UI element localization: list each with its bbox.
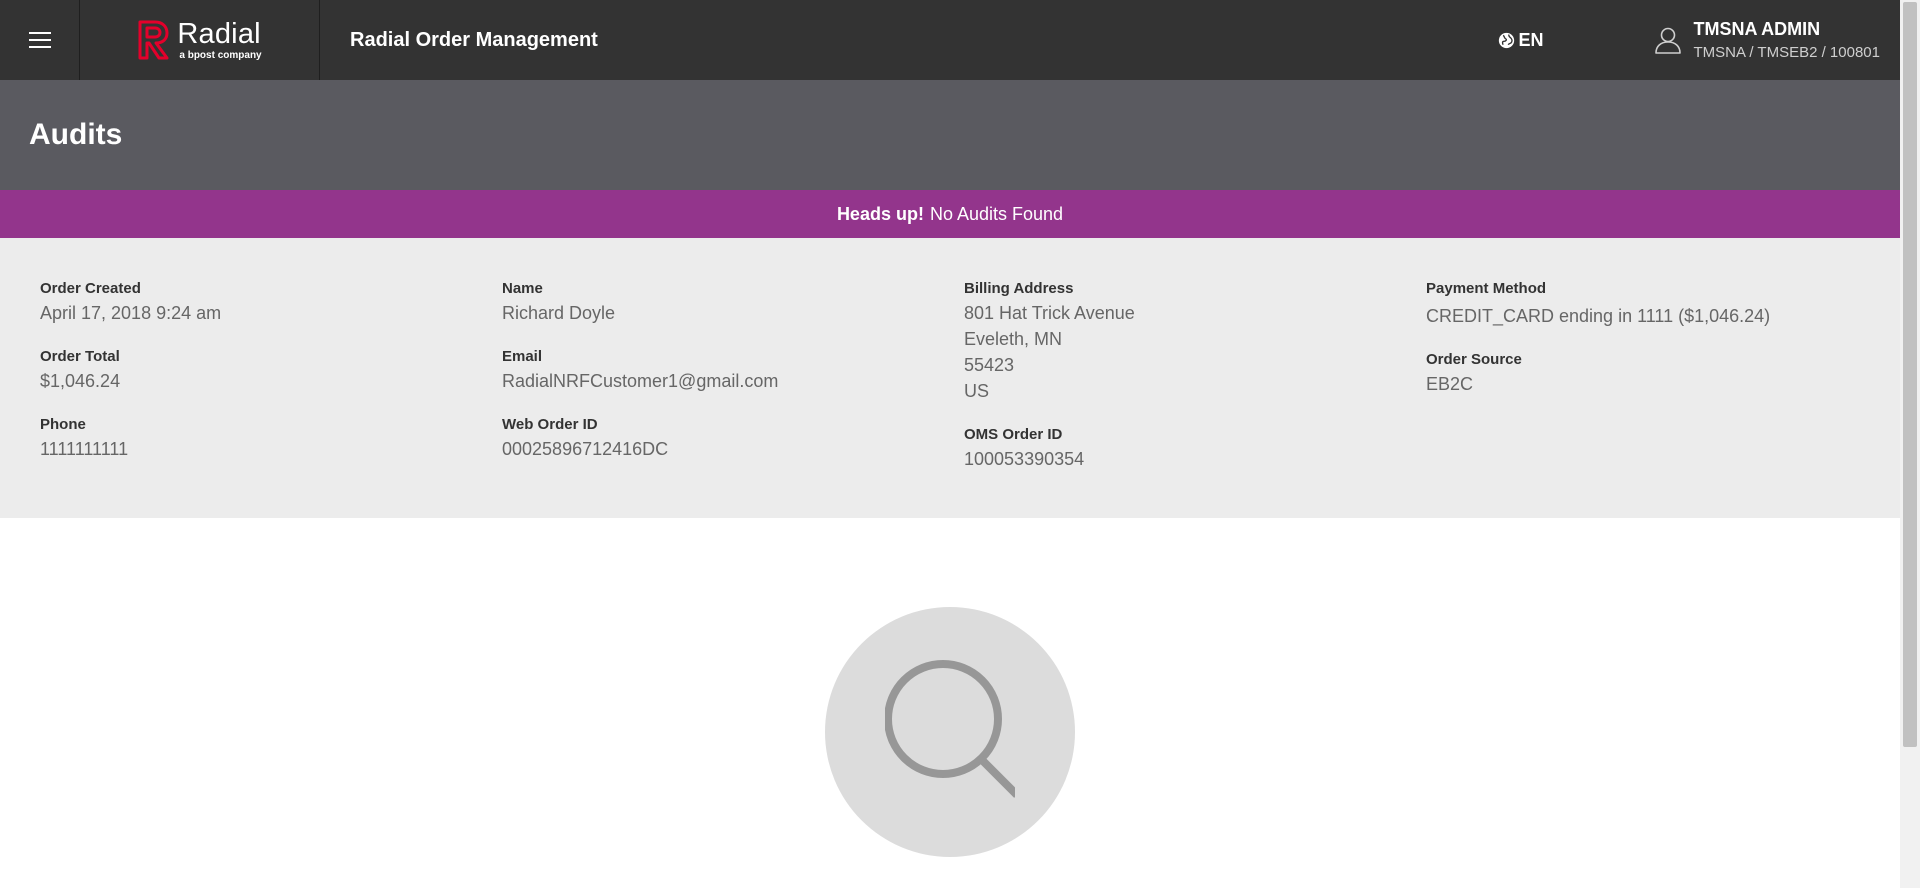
name-field: Name Richard Doyle [502, 280, 964, 326]
alert-heading: Heads up! [836, 203, 924, 224]
globe-icon [1498, 32, 1514, 48]
billing-address-line: 801 Hat Trick Avenue [964, 303, 1135, 323]
brand-tagline: a bpost company [179, 49, 262, 61]
app-title: Radial Order Management [350, 28, 598, 51]
menu-button[interactable] [0, 0, 80, 80]
order-details-panel: Order Created April 17, 2018 9:24 am Ord… [0, 238, 1900, 518]
radial-logo[interactable]: Radial a bpost company [80, 0, 320, 80]
language-code: EN [1518, 29, 1544, 50]
details-column-2: Name Richard Doyle Email RadialNRFCustom… [502, 280, 964, 518]
web-order-id-label: Web Order ID [502, 416, 598, 433]
email-value: RadialNRFCustomer1@gmail.com [502, 371, 779, 391]
email-label: Email [502, 348, 543, 365]
phone-value: 1111111111 [40, 439, 129, 459]
order-created-label: Order Created [40, 280, 141, 297]
details-column-4: Payment Method CREDIT_CARD ending in 111… [1426, 280, 1888, 518]
user-name: TMSNA ADMIN [1693, 19, 1821, 39]
scrollbar-thumb[interactable] [1903, 2, 1917, 747]
user-icon [1654, 27, 1681, 54]
hamburger-menu-icon [28, 32, 51, 48]
billing-address-field: Billing Address 801 Hat Trick Avenue Eve… [964, 280, 1426, 404]
billing-address-line: US [964, 381, 990, 401]
order-source-value: EB2C [1426, 374, 1474, 394]
billing-address-line: 55423 [964, 355, 1015, 375]
order-total-field: Order Total $1,046.24 [40, 348, 502, 394]
details-column-3: Billing Address 801 Hat Trick Avenue Eve… [964, 280, 1426, 518]
billing-address-label: Billing Address [964, 280, 1074, 297]
web-order-id-field: Web Order ID 00025896712416DC [502, 416, 964, 462]
name-label: Name [502, 280, 543, 297]
oms-order-id-label: OMS Order ID [964, 426, 1063, 443]
payment-method-field: Payment Method CREDIT_CARD ending in 111… [1426, 280, 1888, 329]
order-total-value: $1,046.24 [40, 371, 121, 391]
user-organization: TMSNA / TMSEB2 / 100801 [1693, 44, 1880, 61]
page-header: Audits [0, 80, 1900, 190]
order-total-label: Order Total [40, 348, 120, 365]
radial-logo-mark-icon [138, 20, 169, 60]
oms-order-id-value: 100053390354 [964, 449, 1085, 469]
phone-field: Phone 1111111111 [40, 416, 502, 462]
top-navigation-bar: Radial a bpost company Radial Order Mana… [0, 0, 1900, 80]
alert-message: No Audits Found [929, 203, 1064, 224]
order-created-field: Order Created April 17, 2018 9:24 am [40, 280, 502, 326]
page-title: Audits [29, 118, 123, 151]
phone-label: Phone [40, 416, 86, 433]
details-column-1: Order Created April 17, 2018 9:24 am Ord… [40, 280, 502, 518]
search-icon [885, 660, 1015, 798]
vertical-scrollbar[interactable] [1900, 0, 1920, 888]
payment-method-label: Payment Method [1426, 280, 1547, 297]
brand-name: Radial [177, 17, 261, 50]
payment-method-value: CREDIT_CARD ending in 1111 ($1,046.24) [1426, 306, 1771, 326]
billing-address-line: Eveleth, MN [964, 329, 1063, 349]
order-source-label: Order Source [1426, 351, 1522, 368]
user-account-menu[interactable]: TMSNA ADMIN TMSNA / TMSEB2 / 100801 [1654, 19, 1880, 61]
web-order-id-value: 00025896712416DC [502, 439, 669, 459]
oms-order-id-field: OMS Order ID 100053390354 [964, 426, 1426, 472]
language-selector[interactable]: EN [1498, 30, 1544, 51]
order-source-field: Order Source EB2C [1426, 351, 1888, 397]
order-created-value: April 17, 2018 9:24 am [40, 303, 222, 323]
alert-banner: Heads up! No Audits Found [0, 190, 1900, 238]
email-field: Email RadialNRFCustomer1@gmail.com [502, 348, 964, 394]
empty-state-illustration [825, 607, 1075, 857]
name-value: Richard Doyle [502, 303, 616, 323]
